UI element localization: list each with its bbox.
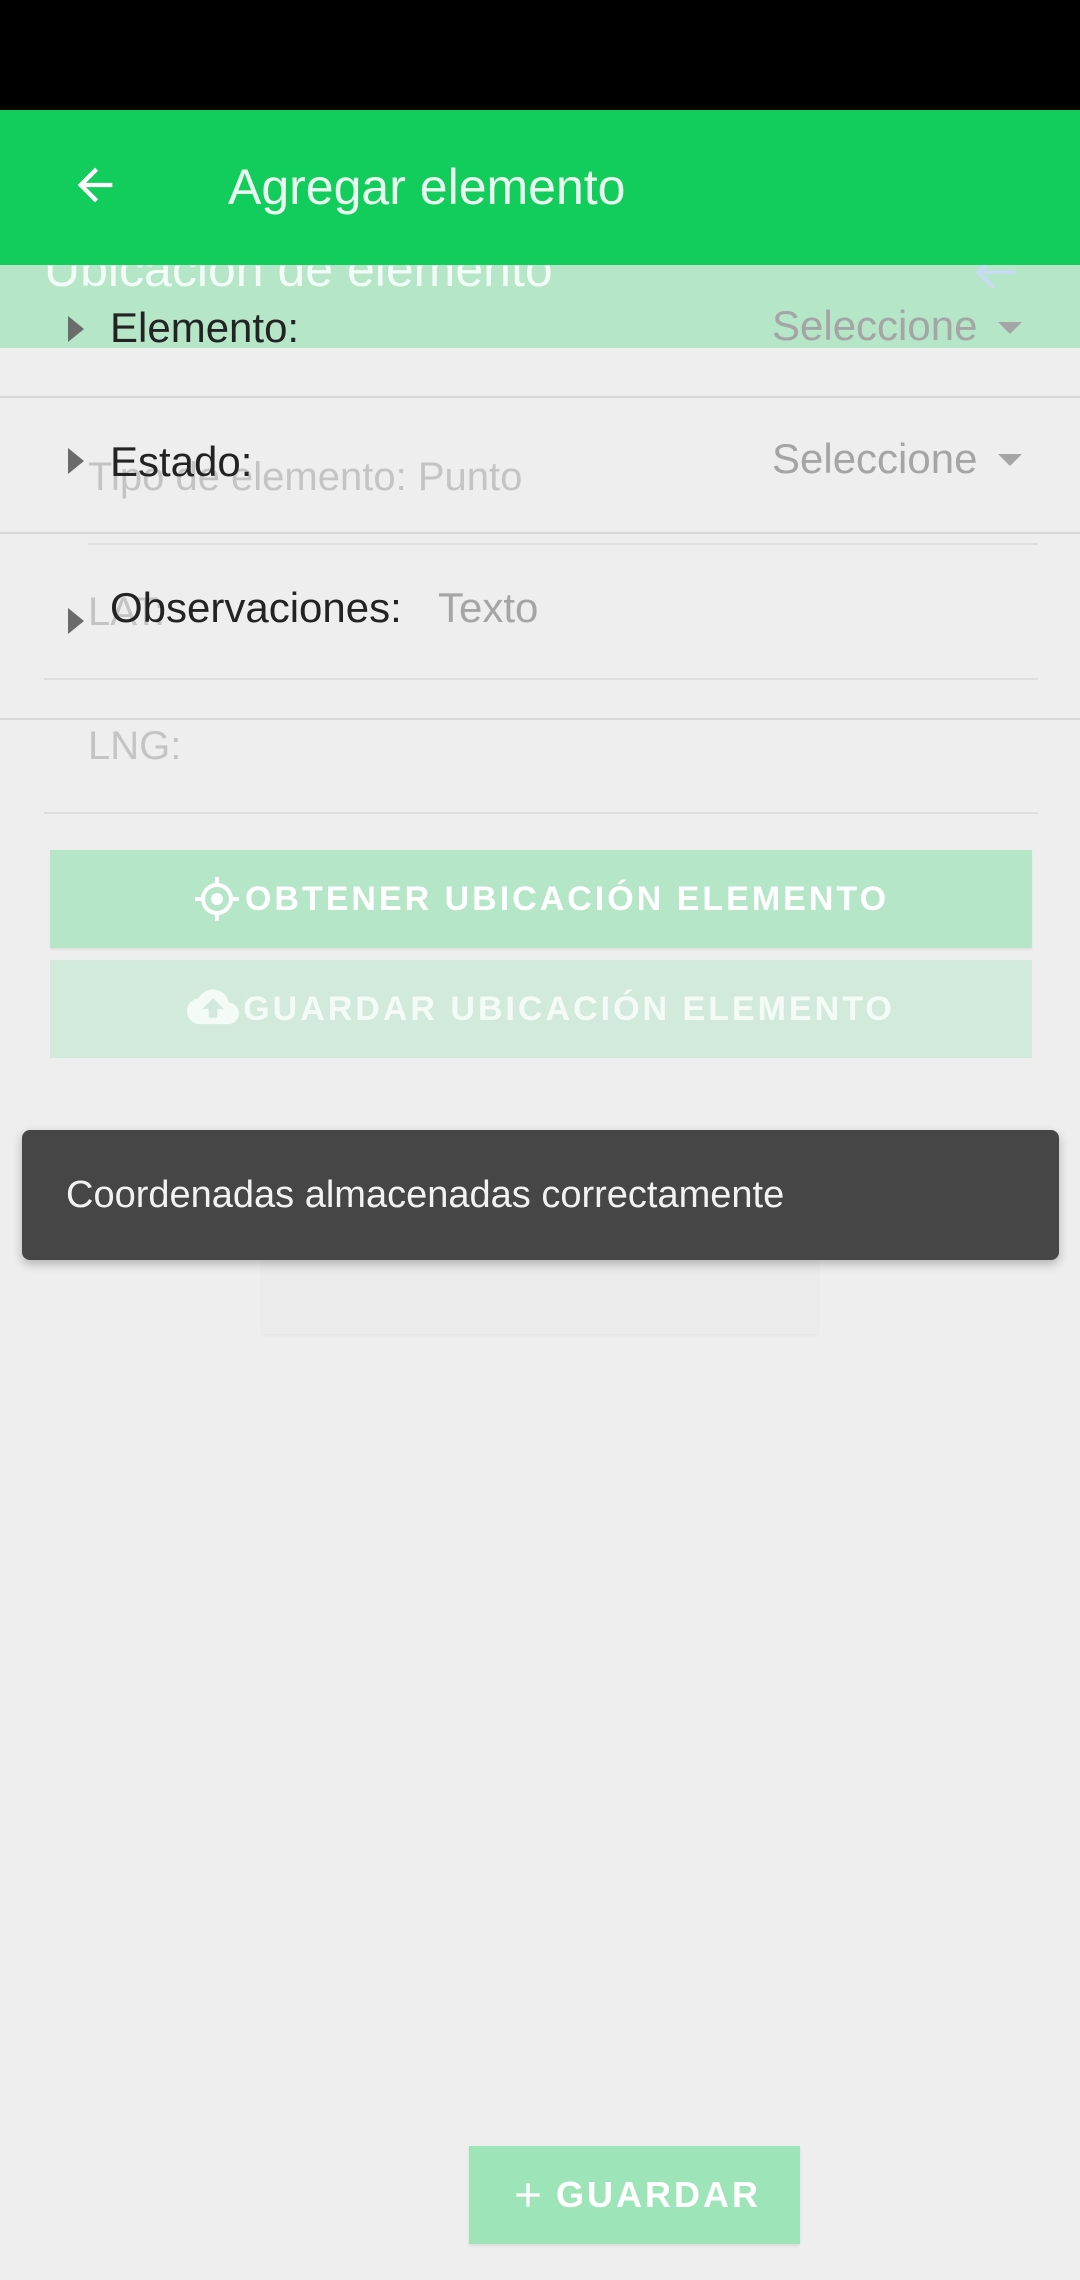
get-location-button[interactable]: OBTENER UBICACIÓN ELEMENTO bbox=[50, 850, 1032, 948]
arrow-left-icon bbox=[77, 167, 113, 203]
snackbar: Coordenadas almacenadas correctamente bbox=[22, 1130, 1059, 1260]
elemento-row[interactable]: Elemento: Seleccione bbox=[0, 268, 1080, 398]
observaciones-row: Observaciones: Texto bbox=[0, 534, 1080, 718]
cloud-upload-icon bbox=[187, 989, 240, 1025]
crosshair-icon bbox=[194, 877, 239, 921]
page-title: Agregar elemento bbox=[228, 159, 626, 215]
divider bbox=[0, 718, 1080, 720]
save-location-button[interactable]: GUARDAR UBICACIÓN ELEMENTO bbox=[50, 960, 1032, 1058]
save-location-label: GUARDAR UBICACIÓN ELEMENTO bbox=[243, 989, 895, 1028]
elemento-select[interactable]: Seleccione bbox=[772, 302, 977, 350]
lng-label: LNG: bbox=[88, 724, 182, 768]
dropdown-arrow-icon bbox=[998, 322, 1022, 334]
estado-label: Estado: bbox=[110, 438, 253, 485]
save-label: GUARDAR bbox=[556, 2174, 761, 2215]
elemento-label: Elemento: bbox=[110, 304, 300, 351]
observaciones-label: Observaciones: bbox=[110, 584, 402, 631]
estado-select[interactable]: Seleccione bbox=[772, 435, 977, 483]
observaciones-input[interactable]: Texto bbox=[438, 584, 538, 632]
get-location-label: OBTENER UBICACIÓN ELEMENTO bbox=[244, 879, 890, 918]
snackbar-message: Coordenadas almacenadas correctamente bbox=[66, 1173, 785, 1216]
caret-right-icon bbox=[68, 316, 84, 342]
app-bar: Agregar elemento bbox=[0, 110, 1080, 265]
estado-row[interactable]: Estado: Seleccione bbox=[0, 398, 1080, 532]
plus-icon bbox=[516, 2183, 540, 2207]
caret-right-icon bbox=[68, 448, 84, 474]
back-button[interactable] bbox=[60, 150, 130, 220]
dropdown-arrow-icon bbox=[998, 454, 1022, 466]
save-button[interactable]: GUARDAR bbox=[469, 2146, 800, 2244]
ghost-card bbox=[262, 1260, 818, 1334]
divider bbox=[44, 812, 1038, 814]
caret-right-icon bbox=[68, 608, 84, 634]
